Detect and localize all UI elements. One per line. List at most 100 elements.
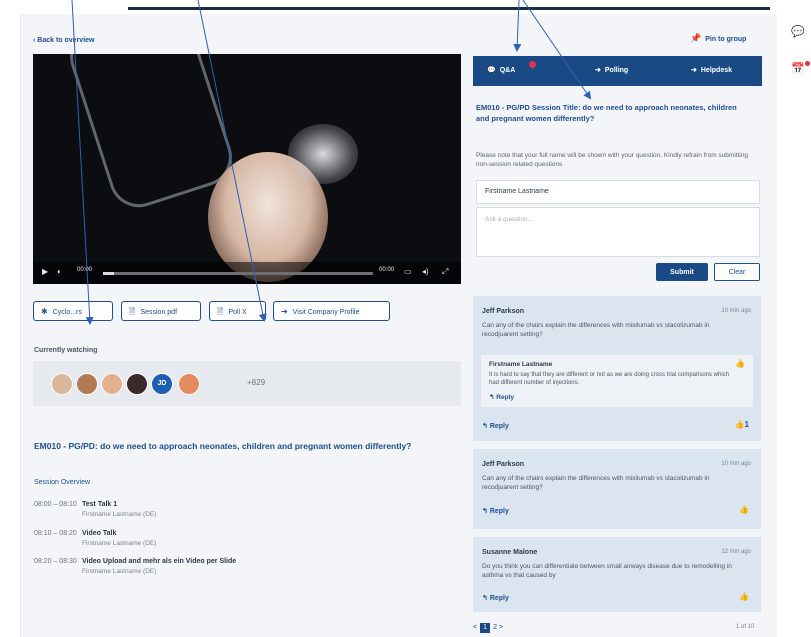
tab-polling-label: Polling	[604, 67, 629, 74]
agenda-speaker: Firstname Lastname (DE)	[82, 511, 157, 518]
video-player[interactable]: ▶ ◐ 00:00 00:00 ▭ ◂) ⤢	[33, 54, 461, 284]
chat-icon[interactable]: 💬	[791, 25, 805, 38]
avatar	[51, 373, 73, 395]
answer-author: Firstname Lastname	[489, 361, 553, 368]
answer-reply-link[interactable]: ↰ Reply	[489, 393, 514, 401]
tab-polling[interactable]: ➜ Polling	[595, 66, 628, 74]
poll-label: Poll X	[228, 309, 247, 316]
like-count: 1	[744, 420, 749, 429]
agenda-speaker: Firstname Lastname (DE)	[82, 540, 157, 547]
pin-to-group-button[interactable]: 📌 Pin to group	[690, 33, 746, 44]
reply-label: Reply	[489, 423, 509, 430]
cyclo-label: Cyclo...rs	[52, 309, 82, 316]
agenda-speaker: Firstname Lastname (DE)	[82, 568, 157, 575]
poll-button[interactable]: 🗎 Poll X	[209, 301, 266, 321]
session-pdf-label: Session pdf	[140, 309, 178, 316]
avatar	[178, 373, 200, 395]
avatar-initials: JD	[151, 373, 173, 395]
fullscreen-icon[interactable]: ⤢	[442, 267, 448, 277]
notification-dot	[805, 61, 810, 66]
question-card: Jeff Parkson 10 min ago Can any of the c…	[473, 296, 761, 441]
like-button[interactable]: 👍	[739, 505, 749, 514]
agenda-talk: Video Upload and mehr als ein Video per …	[82, 558, 237, 565]
progress-bar[interactable]	[103, 272, 373, 275]
next-page-button[interactable]: >	[499, 624, 503, 631]
thumbs-up-icon: 👍	[739, 592, 749, 601]
tab-qa[interactable]: 💬 Q&A	[487, 66, 515, 74]
volume-icon[interactable]: ◐	[57, 267, 62, 276]
reply-link[interactable]: ↰ Reply	[482, 422, 509, 430]
thumbs-up-icon: 👍	[734, 420, 745, 429]
agenda-talk: Test Talk 1	[82, 501, 118, 508]
document-icon: 🗎	[217, 307, 224, 316]
progress-fill	[103, 272, 114, 275]
question-card: Susanne Malone 12 min ago Do you think y…	[473, 537, 761, 612]
reply-label: Reply	[496, 394, 514, 401]
reply-label: Reply	[489, 508, 509, 515]
video-frame-fog	[288, 124, 358, 184]
panel-session-title: EM010 - PG/PD Session Title: do we need …	[476, 103, 737, 123]
agenda-talk: Video Talk	[82, 530, 117, 537]
answer-card: Firstname Lastname 👍 It is hard to say t…	[481, 355, 753, 407]
pagination: <1 2 >	[473, 623, 503, 633]
question-author: Jeff Parkson	[482, 308, 525, 315]
audio-icon[interactable]: ◂)	[422, 267, 429, 276]
answer-text: It is hard to say that they are differen…	[489, 372, 730, 386]
question-time: 10 min ago	[721, 308, 751, 314]
clear-button[interactable]: Clear	[714, 263, 760, 281]
document-icon: 🗎	[129, 307, 136, 316]
captions-icon[interactable]: ▭	[404, 267, 412, 276]
page-2-link[interactable]: 2	[493, 624, 497, 631]
calendar-icon[interactable]: 📅	[791, 62, 805, 75]
back-label: Back to overview	[37, 37, 95, 44]
visit-company-profile-label: Visit Company Profile	[292, 309, 360, 316]
agenda-time: 08:00 – 08:10	[34, 501, 77, 508]
back-to-overview-link[interactable]: ‹ Back to overview	[33, 37, 94, 44]
arrow-right-icon: ➜	[691, 67, 697, 74]
tab-helpdesk[interactable]: ➜ Helpdesk	[691, 66, 732, 74]
submit-button[interactable]: Submit	[656, 263, 708, 281]
pin-label: Pin to group	[705, 36, 747, 43]
page-count: 1 of 10	[736, 624, 755, 630]
prev-page-button[interactable]: <	[473, 624, 477, 631]
gear-icon: ✱	[41, 307, 48, 316]
current-page[interactable]: 1	[480, 623, 491, 633]
like-button[interactable]: 👍	[739, 592, 749, 601]
question-input[interactable]: Ask a question...	[476, 207, 760, 257]
session-title: EM010 - PG/PD: do we need to approach ne…	[34, 441, 412, 451]
agenda-time: 08:20 – 08:30	[34, 558, 77, 565]
viewer-avatars: JD +829	[33, 361, 461, 406]
tab-qa-label: Q&A	[499, 67, 516, 74]
reply-link[interactable]: ↰ Reply	[482, 507, 509, 515]
play-icon[interactable]: ▶	[42, 267, 48, 276]
time-current: 00:00	[77, 267, 93, 273]
notification-badge	[529, 61, 536, 68]
visit-company-profile-button[interactable]: ➜ Visit Company Profile	[273, 301, 390, 321]
question-card: Jeff Parkson 10 min ago Can any of the c…	[473, 449, 761, 529]
arrow-right-icon: ➜	[595, 67, 601, 74]
question-author: Susanne Malone	[482, 549, 538, 556]
question-text: Can any of the chairs explain the differ…	[482, 475, 710, 491]
currently-watching-label: Currently watching	[34, 347, 98, 354]
reply-link[interactable]: ↰ Reply	[482, 594, 509, 602]
top-divider	[128, 7, 770, 10]
session-pdf-button[interactable]: 🗎 Session pdf	[121, 301, 201, 321]
reply-label: Reply	[489, 595, 509, 602]
pin-icon: 📌	[690, 33, 702, 43]
session-overview-label: Session Overview	[34, 479, 91, 486]
question-text: Do you think you can differentiate betwe…	[482, 563, 732, 579]
question-author: Jeff Parkson	[482, 461, 525, 468]
agenda-time: 08:10 – 08:20	[34, 530, 77, 537]
thumbs-up-icon[interactable]: 👍	[735, 359, 745, 368]
chat-icon: 💬	[487, 67, 496, 74]
question-text: Can any of the chairs explain the differ…	[482, 322, 710, 338]
arrow-right-icon: ➜	[281, 307, 288, 316]
name-disclosure-note: Please note that your full name will be …	[476, 152, 749, 168]
avatar	[126, 373, 148, 395]
avatar	[76, 373, 98, 395]
cyclo-button[interactable]: ✱ Cyclo...rs	[33, 301, 113, 321]
like-button[interactable]: 👍1	[735, 420, 749, 429]
interaction-tabs: 💬 Q&A ➜ Polling ➜ Helpdesk	[473, 56, 762, 86]
name-field[interactable]: Firstname Lastname	[476, 180, 760, 204]
question-time: 10 min ago	[721, 461, 751, 467]
